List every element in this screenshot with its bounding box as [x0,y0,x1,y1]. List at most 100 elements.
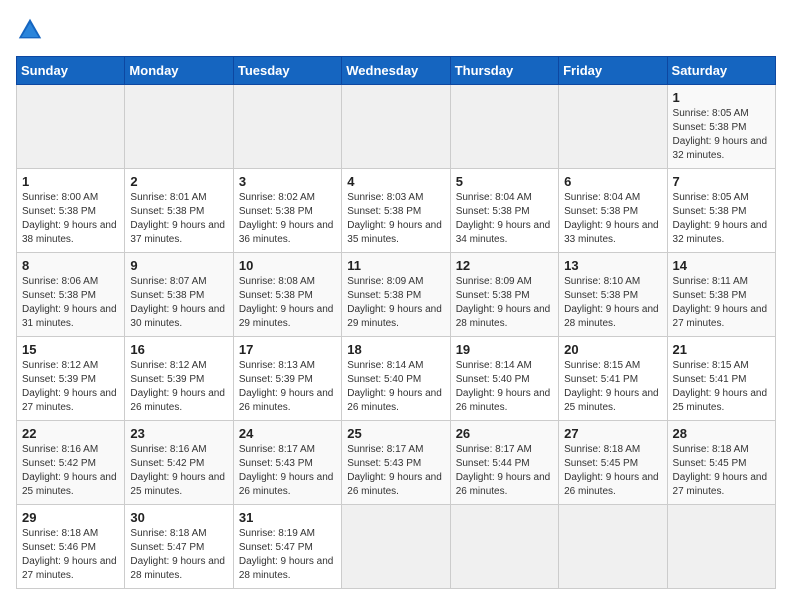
day-info: Sunrise: 8:15 AMSunset: 5:41 PMDaylight:… [673,360,768,413]
day-number: 23 [130,426,227,441]
calendar-cell: 20 Sunrise: 8:15 AMSunset: 5:41 PMDaylig… [559,337,667,421]
day-info: Sunrise: 8:05 AMSunset: 5:38 PMDaylight:… [673,192,768,245]
col-header-saturday: Saturday [667,57,775,85]
calendar-cell [559,85,667,169]
col-header-sunday: Sunday [17,57,125,85]
calendar-cell: 16 Sunrise: 8:12 AMSunset: 5:39 PMDaylig… [125,337,233,421]
day-number: 2 [130,174,227,189]
day-info: Sunrise: 8:02 AMSunset: 5:38 PMDaylight:… [239,192,334,245]
day-info: Sunrise: 8:18 AMSunset: 5:47 PMDaylight:… [130,528,225,581]
day-info: Sunrise: 8:07 AMSunset: 5:38 PMDaylight:… [130,276,225,329]
calendar-cell [125,85,233,169]
day-number: 13 [564,258,661,273]
logo [16,16,48,44]
day-number: 10 [239,258,336,273]
day-number: 9 [130,258,227,273]
calendar-cell: 27 Sunrise: 8:18 AMSunset: 5:45 PMDaylig… [559,421,667,505]
day-number: 15 [22,342,119,357]
day-number: 1 [673,90,770,105]
day-info: Sunrise: 8:12 AMSunset: 5:39 PMDaylight:… [130,360,225,413]
calendar-cell: 9 Sunrise: 8:07 AMSunset: 5:38 PMDayligh… [125,253,233,337]
calendar-cell [667,505,775,589]
calendar-cell: 14 Sunrise: 8:11 AMSunset: 5:38 PMDaylig… [667,253,775,337]
calendar-cell: 6 Sunrise: 8:04 AMSunset: 5:38 PMDayligh… [559,169,667,253]
calendar-cell: 24 Sunrise: 8:17 AMSunset: 5:43 PMDaylig… [233,421,341,505]
calendar-cell [17,85,125,169]
col-header-wednesday: Wednesday [342,57,450,85]
calendar-cell: 23 Sunrise: 8:16 AMSunset: 5:42 PMDaylig… [125,421,233,505]
day-number: 14 [673,258,770,273]
day-number: 3 [239,174,336,189]
calendar-cell: 21 Sunrise: 8:15 AMSunset: 5:41 PMDaylig… [667,337,775,421]
day-info: Sunrise: 8:15 AMSunset: 5:41 PMDaylight:… [564,360,659,413]
day-number: 26 [456,426,553,441]
day-info: Sunrise: 8:17 AMSunset: 5:43 PMDaylight:… [239,444,334,497]
day-number: 20 [564,342,661,357]
day-info: Sunrise: 8:06 AMSunset: 5:38 PMDaylight:… [22,276,117,329]
calendar-cell: 17 Sunrise: 8:13 AMSunset: 5:39 PMDaylig… [233,337,341,421]
day-number: 18 [347,342,444,357]
day-info: Sunrise: 8:18 AMSunset: 5:45 PMDaylight:… [564,444,659,497]
calendar-cell: 10 Sunrise: 8:08 AMSunset: 5:38 PMDaylig… [233,253,341,337]
col-header-monday: Monday [125,57,233,85]
day-number: 17 [239,342,336,357]
day-number: 30 [130,510,227,525]
day-info: Sunrise: 8:12 AMSunset: 5:39 PMDaylight:… [22,360,117,413]
day-info: Sunrise: 8:05 AMSunset: 5:38 PMDaylight:… [673,108,768,161]
day-number: 16 [130,342,227,357]
day-info: Sunrise: 8:13 AMSunset: 5:39 PMDaylight:… [239,360,334,413]
day-info: Sunrise: 8:17 AMSunset: 5:44 PMDaylight:… [456,444,551,497]
day-number: 7 [673,174,770,189]
day-number: 22 [22,426,119,441]
col-header-friday: Friday [559,57,667,85]
page-header [16,16,776,44]
calendar-week-1: 1 Sunrise: 8:05 AMSunset: 5:38 PMDayligh… [17,85,776,169]
day-number: 27 [564,426,661,441]
calendar-cell: 4 Sunrise: 8:03 AMSunset: 5:38 PMDayligh… [342,169,450,253]
day-info: Sunrise: 8:09 AMSunset: 5:38 PMDaylight:… [347,276,442,329]
calendar-cell: 13 Sunrise: 8:10 AMSunset: 5:38 PMDaylig… [559,253,667,337]
calendar-cell [450,505,558,589]
day-number: 12 [456,258,553,273]
calendar-cell: 12 Sunrise: 8:09 AMSunset: 5:38 PMDaylig… [450,253,558,337]
day-info: Sunrise: 8:18 AMSunset: 5:46 PMDaylight:… [22,528,117,581]
day-number: 29 [22,510,119,525]
day-info: Sunrise: 8:03 AMSunset: 5:38 PMDaylight:… [347,192,442,245]
calendar-cell: 30 Sunrise: 8:18 AMSunset: 5:47 PMDaylig… [125,505,233,589]
day-info: Sunrise: 8:01 AMSunset: 5:38 PMDaylight:… [130,192,225,245]
day-number: 6 [564,174,661,189]
day-info: Sunrise: 8:14 AMSunset: 5:40 PMDaylight:… [456,360,551,413]
calendar-cell [342,505,450,589]
calendar-cell: 5 Sunrise: 8:04 AMSunset: 5:38 PMDayligh… [450,169,558,253]
calendar-cell: 18 Sunrise: 8:14 AMSunset: 5:40 PMDaylig… [342,337,450,421]
calendar-table: SundayMondayTuesdayWednesdayThursdayFrid… [16,56,776,589]
col-header-thursday: Thursday [450,57,558,85]
day-number: 4 [347,174,444,189]
day-info: Sunrise: 8:17 AMSunset: 5:43 PMDaylight:… [347,444,442,497]
day-info: Sunrise: 8:00 AMSunset: 5:38 PMDaylight:… [22,192,117,245]
day-info: Sunrise: 8:19 AMSunset: 5:47 PMDaylight:… [239,528,334,581]
calendar-week-6: 29 Sunrise: 8:18 AMSunset: 5:46 PMDaylig… [17,505,776,589]
day-number: 21 [673,342,770,357]
logo-icon [16,16,44,44]
day-number: 31 [239,510,336,525]
calendar-cell: 2 Sunrise: 8:01 AMSunset: 5:38 PMDayligh… [125,169,233,253]
calendar-cell: 19 Sunrise: 8:14 AMSunset: 5:40 PMDaylig… [450,337,558,421]
calendar-cell: 8 Sunrise: 8:06 AMSunset: 5:38 PMDayligh… [17,253,125,337]
day-info: Sunrise: 8:16 AMSunset: 5:42 PMDaylight:… [22,444,117,497]
day-info: Sunrise: 8:14 AMSunset: 5:40 PMDaylight:… [347,360,442,413]
day-number: 24 [239,426,336,441]
day-number: 5 [456,174,553,189]
calendar-cell: 25 Sunrise: 8:17 AMSunset: 5:43 PMDaylig… [342,421,450,505]
day-info: Sunrise: 8:04 AMSunset: 5:38 PMDaylight:… [456,192,551,245]
day-number: 8 [22,258,119,273]
day-info: Sunrise: 8:04 AMSunset: 5:38 PMDaylight:… [564,192,659,245]
day-number: 25 [347,426,444,441]
day-number: 28 [673,426,770,441]
calendar-week-2: 1 Sunrise: 8:00 AMSunset: 5:38 PMDayligh… [17,169,776,253]
calendar-cell [559,505,667,589]
day-number: 11 [347,258,444,273]
day-number: 19 [456,342,553,357]
calendar-cell: 11 Sunrise: 8:09 AMSunset: 5:38 PMDaylig… [342,253,450,337]
calendar-cell [450,85,558,169]
